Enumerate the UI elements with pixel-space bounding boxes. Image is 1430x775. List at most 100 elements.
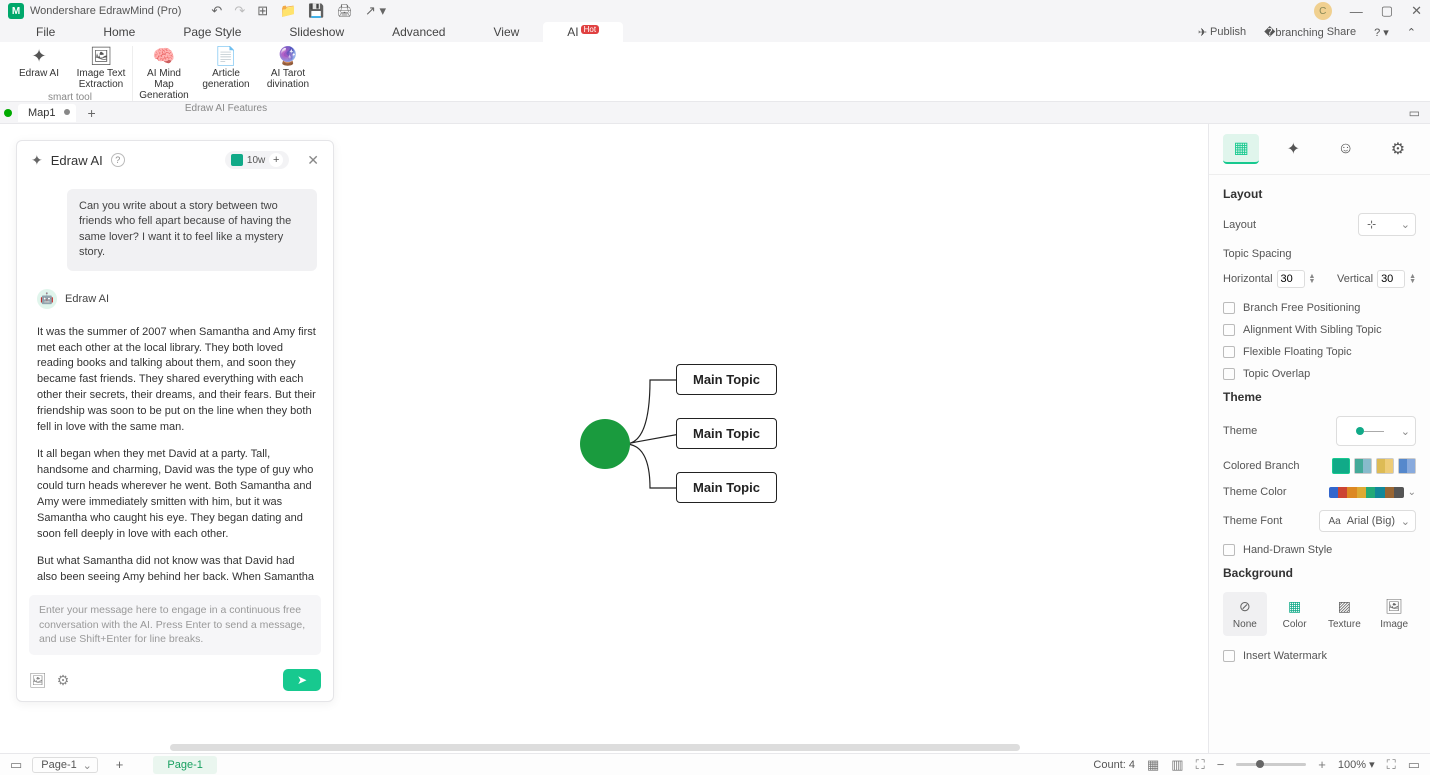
share-button[interactable]: �branching Share bbox=[1264, 26, 1356, 39]
zoom-slider[interactable] bbox=[1236, 763, 1306, 766]
ai-mindmap-icon[interactable]: ⚙ bbox=[57, 672, 70, 689]
publish-button[interactable]: ✈ Publish bbox=[1198, 26, 1246, 39]
open-icon[interactable]: 📁 bbox=[280, 3, 296, 19]
image-text-icon: 🖼 bbox=[90, 46, 113, 66]
layout-select[interactable]: ⊹ bbox=[1358, 213, 1416, 236]
ai-avatar-icon: 🤖 bbox=[37, 289, 57, 309]
theme-color-bar[interactable] bbox=[1329, 487, 1404, 498]
export-icon[interactable]: ↗ ▾ bbox=[365, 3, 386, 19]
add-tab-icon[interactable]: + bbox=[88, 105, 96, 121]
ai-reply: It was the summer of 2007 when Samantha … bbox=[37, 325, 317, 587]
new-icon[interactable]: ⊞ bbox=[257, 3, 268, 19]
zoom-out-icon[interactable]: − bbox=[1217, 757, 1225, 772]
doc-tab[interactable]: Map1 bbox=[18, 104, 76, 122]
collapse-ribbon-icon[interactable]: ⌃ bbox=[1407, 26, 1416, 39]
user-avatar[interactable]: C bbox=[1314, 2, 1332, 20]
panel-toggle-icon[interactable]: ▭ bbox=[1409, 106, 1420, 120]
menu-file[interactable]: File bbox=[12, 22, 79, 42]
texture-icon: ▨ bbox=[1338, 598, 1351, 615]
ribbon-edraw-ai[interactable]: ✦ Edraw AI bbox=[12, 46, 66, 90]
check-branch-free[interactable]: Branch Free Positioning bbox=[1223, 302, 1416, 314]
fit-width-icon[interactable]: ▥ bbox=[1171, 757, 1183, 773]
app-logo: M bbox=[8, 3, 24, 19]
mindmap-topic[interactable]: Main Topic bbox=[676, 364, 777, 395]
check-flexible[interactable]: Flexible Floating Topic bbox=[1223, 346, 1416, 358]
menu-ai[interactable]: AIHot bbox=[543, 22, 623, 42]
page-select[interactable]: Page-1 bbox=[32, 757, 97, 773]
layout-preview-icon: ⊹ bbox=[1367, 218, 1376, 231]
menu-slideshow[interactable]: Slideshow bbox=[265, 22, 368, 42]
vertical-spacing-input[interactable] bbox=[1377, 270, 1405, 288]
check-hand-drawn[interactable]: Hand-Drawn Style bbox=[1223, 544, 1416, 556]
stepper-arrows[interactable]: ▲▼ bbox=[1409, 274, 1416, 284]
mindmap-topic[interactable]: Main Topic bbox=[676, 418, 777, 449]
branch-swatch[interactable] bbox=[1332, 458, 1350, 474]
stepper-arrows[interactable]: ▲▼ bbox=[1309, 274, 1316, 284]
fit-page-icon[interactable]: ▦ bbox=[1147, 757, 1159, 773]
branch-swatch[interactable] bbox=[1376, 458, 1394, 474]
rp-tab-layout[interactable]: ▦ bbox=[1223, 134, 1259, 164]
present-icon[interactable]: ▭ bbox=[1408, 757, 1420, 773]
maximize-icon[interactable]: ▢ bbox=[1381, 3, 1393, 19]
zoom-level[interactable]: 100% ▾ bbox=[1338, 758, 1375, 771]
rp-tab-style[interactable]: ✦ bbox=[1275, 134, 1311, 164]
menu-home[interactable]: Home bbox=[79, 22, 159, 42]
menu-page-style[interactable]: Page Style bbox=[159, 22, 265, 42]
ai-close-icon[interactable]: ✕ bbox=[307, 152, 319, 169]
ai-panel-title: Edraw AI bbox=[51, 153, 103, 168]
horizontal-spacing-input[interactable] bbox=[1277, 270, 1305, 288]
menu-advanced[interactable]: Advanced bbox=[368, 22, 469, 42]
ribbon-ai-mindmap[interactable]: 🧠 AI Mind Map Generation bbox=[137, 46, 191, 101]
zoom-in-icon[interactable]: + bbox=[1318, 757, 1326, 772]
outline-icon[interactable]: ▭ bbox=[10, 757, 22, 773]
canvas[interactable]: ✦ Edraw AI ? 10w + ✕ Can you write about… bbox=[0, 124, 1208, 753]
theme-select[interactable] bbox=[1336, 416, 1416, 446]
app-title: Wondershare EdrawMind (Pro) bbox=[30, 5, 181, 17]
check-alignment[interactable]: Alignment With Sibling Topic bbox=[1223, 324, 1416, 336]
branch-swatch[interactable] bbox=[1398, 458, 1416, 474]
bg-image[interactable]: 🖼Image bbox=[1372, 592, 1416, 636]
check-overlap[interactable]: Topic Overlap bbox=[1223, 368, 1416, 380]
chevron-down-icon[interactable]: ⌄ bbox=[1408, 487, 1416, 498]
token-counter[interactable]: 10w + bbox=[225, 151, 289, 169]
tarot-icon: 🔮 bbox=[277, 46, 299, 66]
redo-icon[interactable]: ↷ bbox=[234, 3, 245, 19]
check-watermark[interactable]: Insert Watermark bbox=[1223, 650, 1416, 662]
minimize-icon[interactable]: — bbox=[1350, 4, 1363, 19]
fullscreen-icon[interactable]: ⛶ bbox=[1387, 757, 1396, 773]
ribbon-article-gen[interactable]: 📄 Article generation bbox=[199, 46, 253, 101]
fit-all-icon[interactable]: ⛶ bbox=[1196, 757, 1205, 773]
help-icon[interactable]: ? ▾ bbox=[1374, 26, 1389, 39]
bg-texture[interactable]: ▨Texture bbox=[1323, 592, 1367, 636]
ai-send-button[interactable]: ➤ bbox=[283, 669, 321, 691]
rp-tab-settings[interactable]: ⚙ bbox=[1380, 134, 1416, 164]
ai-panel: ✦ Edraw AI ? 10w + ✕ Can you write about… bbox=[16, 140, 334, 702]
theme-font-select[interactable]: Aa Arial (Big) bbox=[1319, 510, 1416, 532]
ai-help-icon[interactable]: ? bbox=[111, 153, 125, 167]
rp-tab-icon[interactable]: ☺ bbox=[1328, 134, 1364, 164]
undo-icon[interactable]: ↶ bbox=[211, 3, 222, 19]
save-icon[interactable]: 💾 bbox=[308, 3, 324, 19]
ribbon-tarot[interactable]: 🔮 AI Tarot divination bbox=[261, 46, 315, 101]
ribbon-image-text[interactable]: 🖼 Image Text Extraction bbox=[74, 46, 128, 90]
bg-none[interactable]: ⊘None bbox=[1223, 592, 1267, 636]
horizontal-scrollbar[interactable] bbox=[170, 744, 1020, 751]
none-icon: ⊘ bbox=[1239, 598, 1251, 615]
branch-swatch[interactable] bbox=[1354, 458, 1372, 474]
image-icon: 🖼 bbox=[1385, 598, 1403, 615]
doc-tab-close-icon[interactable] bbox=[64, 109, 70, 115]
add-page-icon[interactable]: + bbox=[116, 757, 124, 772]
page-tab[interactable]: Page-1 bbox=[153, 756, 216, 774]
mindmap-root[interactable] bbox=[580, 419, 630, 469]
token-add-icon[interactable]: + bbox=[269, 153, 283, 167]
article-icon: 📄 bbox=[215, 46, 237, 66]
close-icon[interactable]: ✕ bbox=[1411, 3, 1422, 19]
ai-image-icon[interactable]: 🖼 bbox=[29, 672, 47, 689]
print-icon[interactable]: 🖨 bbox=[337, 3, 354, 19]
sparkle-icon: ✦ bbox=[31, 46, 46, 66]
mindmap-topic[interactable]: Main Topic bbox=[676, 472, 777, 503]
token-gem-icon bbox=[231, 154, 243, 166]
menu-view[interactable]: View bbox=[469, 22, 543, 42]
ai-input[interactable]: Enter your message here to engage in a c… bbox=[29, 595, 321, 655]
bg-color[interactable]: ▦Color bbox=[1273, 592, 1317, 636]
